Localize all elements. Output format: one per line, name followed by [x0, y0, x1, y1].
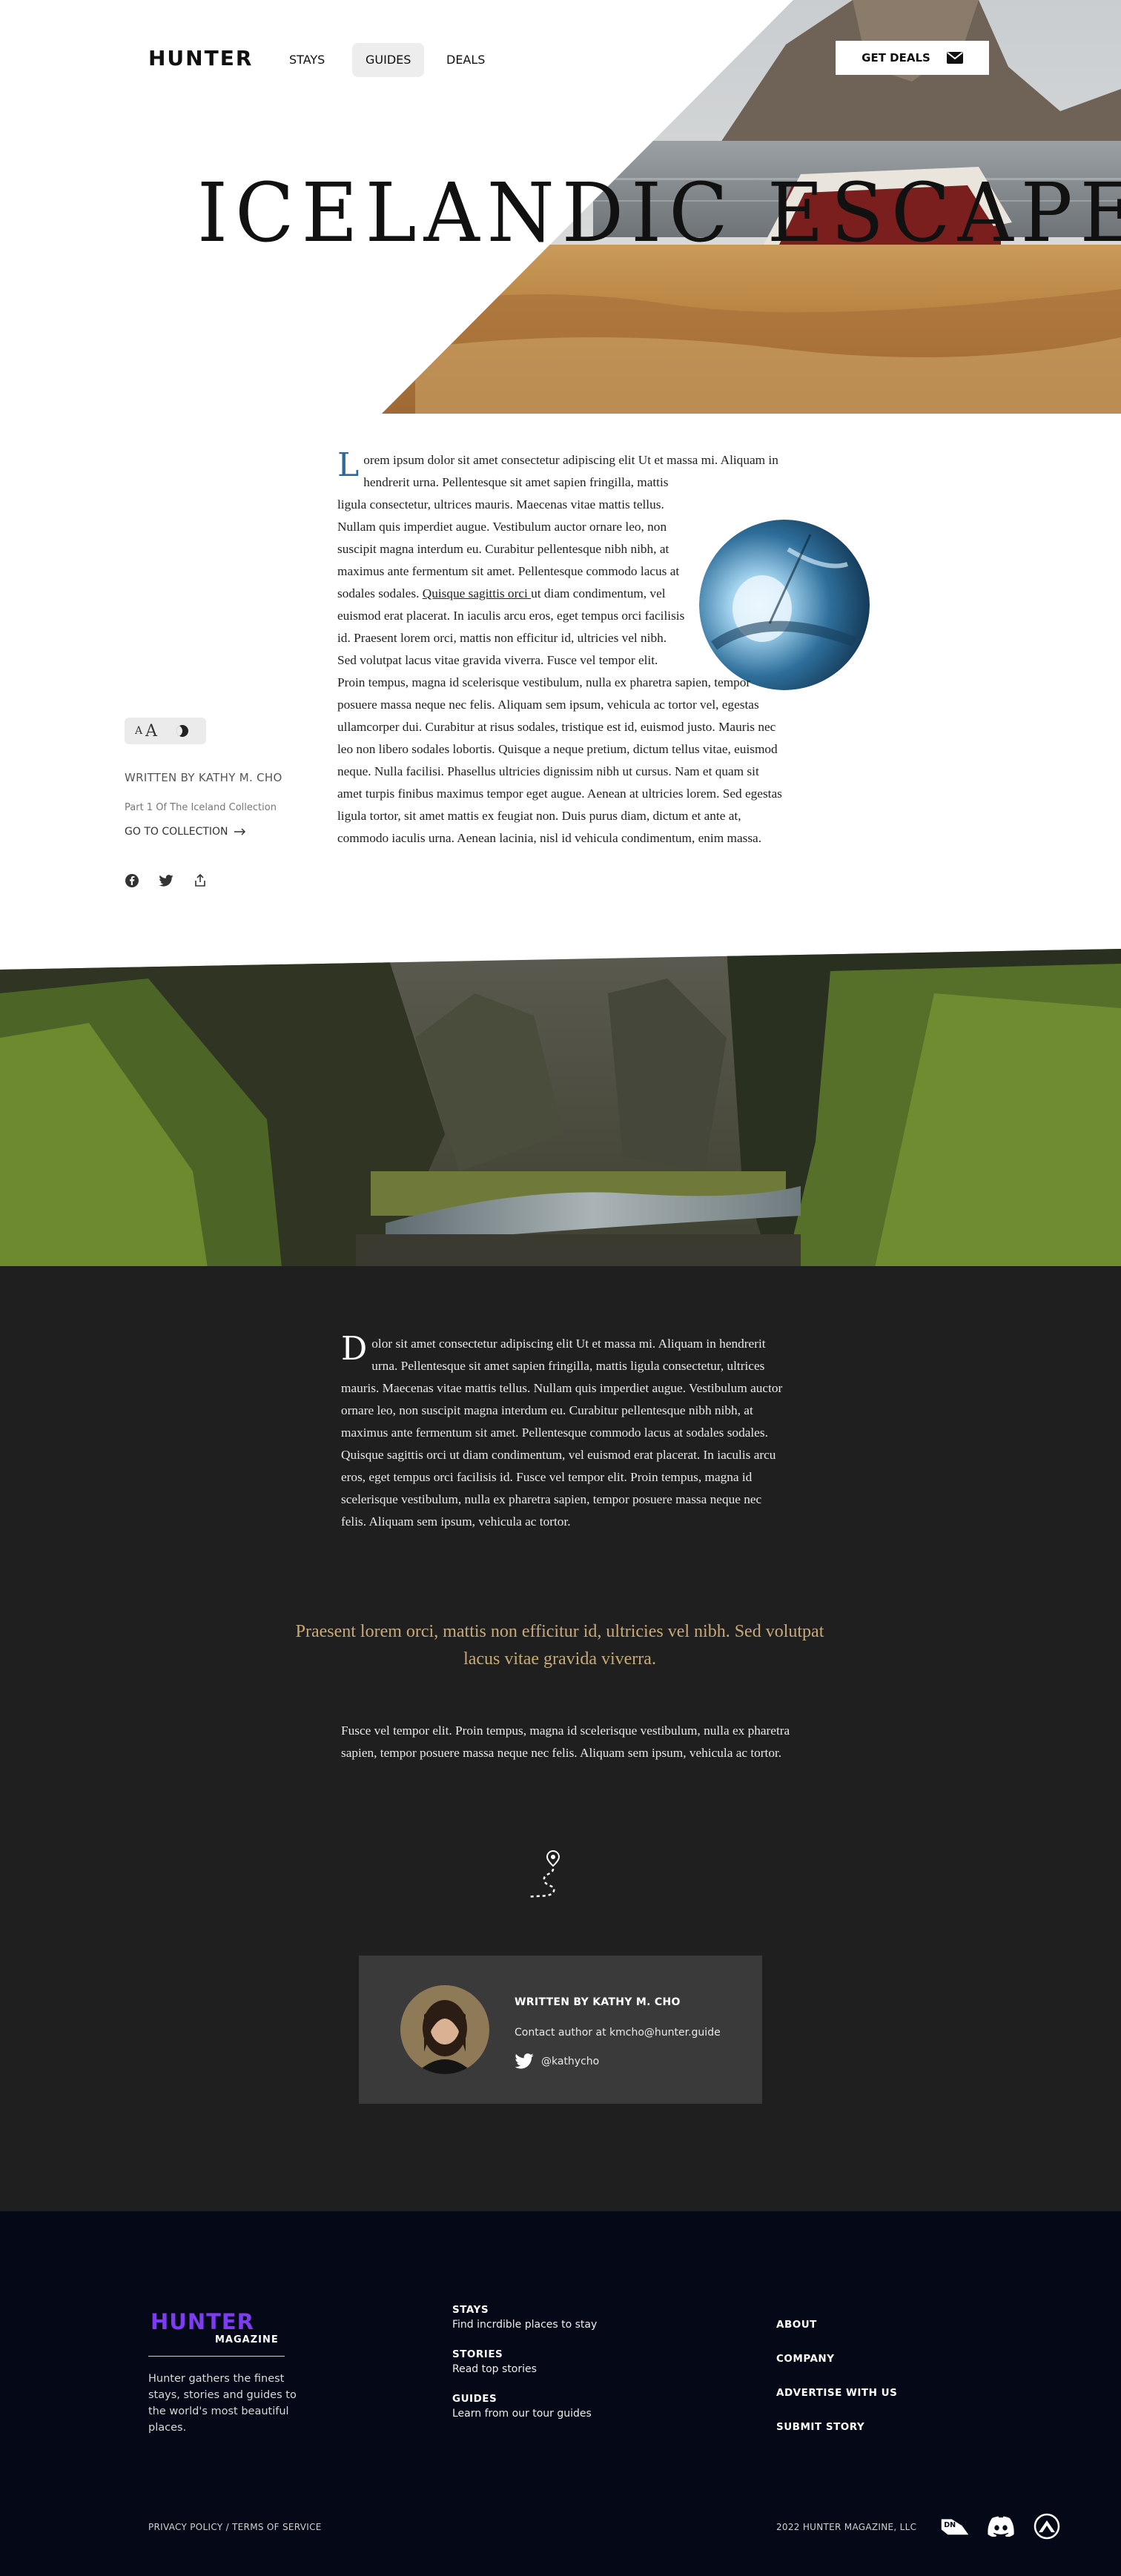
sidebar-author: WRITTEN BY KATHY M. CHO: [125, 771, 282, 784]
mail-icon: [946, 52, 963, 64]
avatar[interactable]: [400, 1985, 489, 2074]
hero-title: ICELANDIC ESCAPE: [197, 165, 1121, 261]
share-buttons: [125, 873, 208, 888]
font-size-decrease-button[interactable]: A: [135, 725, 142, 737]
footer-section-heading: STAYS: [452, 2304, 489, 2316]
dark-article-section: Dolor sit amet consectetur adipiscing el…: [0, 1266, 1121, 2211]
footer-section-desc: Find incrdible places to stay: [452, 2319, 598, 2331]
footer-section-heading: GUIDES: [452, 2393, 497, 2405]
footer-link-about[interactable]: ABOUT: [776, 2319, 897, 2331]
twitter-icon: [515, 2053, 534, 2069]
copyright: 2022 HUNTER MAGAZINE, LLC: [776, 2522, 917, 2532]
ice-cave-image: [699, 520, 870, 690]
facebook-icon[interactable]: [125, 873, 139, 888]
nav-link-guides[interactable]: GUIDES: [352, 43, 425, 77]
nav-link-stays[interactable]: STAYS: [276, 43, 338, 77]
go-to-collection-link[interactable]: GO TO COLLECTION: [125, 826, 246, 838]
footer-logo-subtitle: MAGAZINE: [215, 2334, 279, 2345]
collection-part: Part 1 Of The Iceland Collection: [125, 802, 277, 813]
article-body: Lorem ipsum dolor sit amet consectetur a…: [337, 446, 870, 850]
footer-link-advertise[interactable]: ADVERTISE WITH US: [776, 2387, 897, 2399]
canyon-landscape-image: [0, 949, 1121, 1268]
footer-logo[interactable]: HUNTER: [151, 2309, 254, 2334]
route-pin-icon: [527, 1850, 560, 1898]
footer-social-icons: DN: [940, 2512, 1062, 2541]
footer-section-guides[interactable]: GUIDES Learn from our tour guides: [452, 2393, 597, 2420]
font-size-increase-button[interactable]: A: [145, 722, 157, 741]
author-twitter-link[interactable]: @kathycho: [515, 2053, 599, 2069]
footer-sections: STAYS Find incrdible places to stay STOR…: [452, 2304, 597, 2437]
dark-paragraph-text: olor sit amet consectetur adipiscing eli…: [341, 1337, 783, 1529]
footer-section-stories[interactable]: STORIES Read top stories: [452, 2348, 597, 2375]
dark-closing-paragraph: Fusce vel tempor elit. Proin tempus, mag…: [341, 1724, 790, 1760]
footer-section-desc: Learn from our tour guides: [452, 2408, 592, 2420]
footer-tagline: Hunter gathers the finest stays, stories…: [148, 2373, 297, 2434]
footer-section-heading: STORIES: [452, 2348, 503, 2360]
inline-article-link[interactable]: Quisque sagittis orci: [423, 586, 531, 600]
dark-article-paragraph: Dolor sit amet consectetur adipiscing el…: [341, 1333, 786, 1533]
footer-links: ABOUT COMPANY ADVERTISE WITH US SUBMIT S…: [776, 2319, 897, 2455]
share-icon[interactable]: [193, 873, 208, 888]
get-deals-button[interactable]: GET DEALS: [836, 41, 989, 75]
dark-dropcap: D: [341, 1330, 368, 1368]
pull-quote: Praesent lorem orci, mattis non efficitu…: [295, 1622, 824, 1669]
hero: HUNTER STAYS GUIDES DEALS GET DEALS ICEL…: [0, 0, 1121, 414]
mountain-badge-icon[interactable]: [1032, 2512, 1062, 2541]
dark-mode-toggle-icon[interactable]: [176, 725, 189, 737]
dn-icon[interactable]: DN: [940, 2512, 970, 2541]
get-deals-label: GET DEALS: [862, 51, 930, 64]
site-logo[interactable]: HUNTER: [148, 46, 253, 70]
author-contact[interactable]: Contact author at kmcho@hunter.guide: [515, 2027, 721, 2039]
author-card-title: WRITTEN BY KATHY M. CHO: [515, 1996, 681, 2008]
twitter-icon[interactable]: [159, 873, 173, 888]
arrow-right-icon: [234, 828, 245, 835]
footer-divider: [148, 2356, 285, 2357]
article-dropcap: L: [337, 446, 360, 484]
site-footer: HUNTER MAGAZINE Hunter gathers the fines…: [0, 2211, 1121, 2576]
footer-section-desc: Read top stories: [452, 2363, 537, 2375]
legal-links[interactable]: PRIVACY POLICY / TERMS OF SERVICE: [148, 2522, 322, 2532]
footer-section-stays[interactable]: STAYS Find incrdible places to stay: [452, 2304, 597, 2331]
nav-link-deals[interactable]: DEALS: [433, 43, 498, 77]
svg-text:DN: DN: [944, 2521, 956, 2529]
footer-link-submit-story[interactable]: SUBMIT STORY: [776, 2421, 897, 2433]
top-nav: HUNTER STAYS GUIDES DEALS GET DEALS: [0, 0, 1121, 119]
author-twitter-handle: @kathycho: [541, 2055, 600, 2067]
author-card: WRITTEN BY KATHY M. CHO Contact author a…: [359, 1956, 762, 2104]
go-to-collection-label: GO TO COLLECTION: [125, 826, 228, 838]
footer-link-company[interactable]: COMPANY: [776, 2353, 897, 2365]
discord-icon[interactable]: [986, 2512, 1016, 2541]
reader-controls: A A: [125, 718, 206, 744]
